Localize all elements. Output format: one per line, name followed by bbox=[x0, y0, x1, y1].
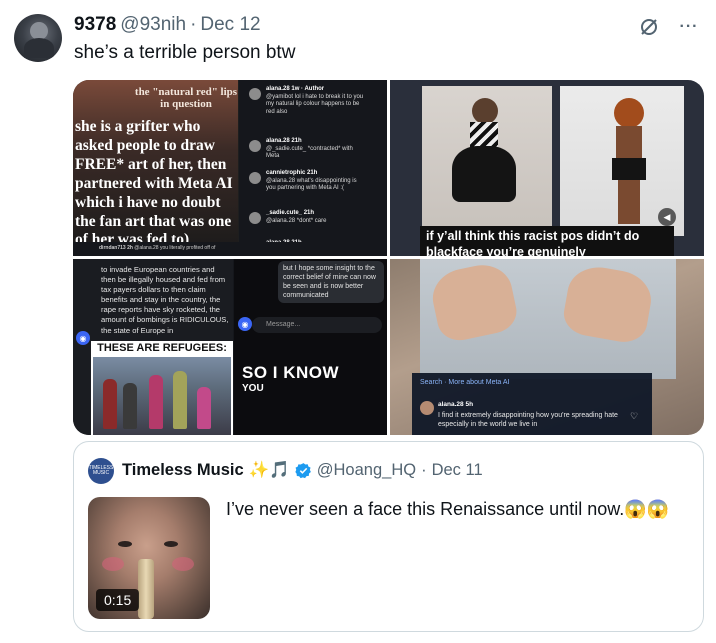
comment-text: @alana.28 what's disappointing is you pa… bbox=[266, 177, 357, 192]
camera-icon: ◉ bbox=[238, 317, 252, 331]
comment-text: @_sadie.cute_ *contracted* with Meta bbox=[266, 145, 353, 160]
comment-item: _sadie.cute_ 21h @alana.28 *dont* care bbox=[249, 210, 366, 225]
separator-dot: · bbox=[190, 14, 197, 35]
face-blush bbox=[102, 557, 124, 571]
person-legs bbox=[618, 180, 640, 224]
author-avatar[interactable] bbox=[14, 14, 62, 62]
search-meta-ai: Search · More about Meta AI bbox=[420, 379, 510, 386]
bottom-comment-user: dirndan713 2h bbox=[99, 245, 133, 251]
person-torso bbox=[616, 126, 642, 160]
person-head bbox=[472, 98, 498, 124]
person-head bbox=[614, 98, 644, 128]
video-overlay-text: SO I KNOW bbox=[242, 363, 340, 382]
person-dress bbox=[452, 146, 516, 202]
tweet-actions: ··· bbox=[636, 14, 702, 40]
person-figure bbox=[173, 371, 187, 429]
heart-icon: ♡ bbox=[630, 411, 639, 421]
message-input: Message... bbox=[252, 317, 382, 333]
person-figure bbox=[123, 383, 137, 429]
meme-text: she is a grifter who asked people to dra… bbox=[75, 118, 233, 249]
commenter-avatar bbox=[420, 401, 434, 415]
quoted-tweet-text: I’ve never seen a face this Renaissance … bbox=[226, 499, 670, 519]
author-handle[interactable]: @93nih bbox=[120, 14, 186, 36]
sound-icon[interactable]: ◀ bbox=[658, 208, 676, 226]
tweet-text: she’s a terrible person btw bbox=[74, 42, 296, 63]
video-overlay-subtext: YOU bbox=[242, 383, 264, 394]
comment-item: alana.28 1w · Author @yamibot lol i hate … bbox=[249, 86, 366, 116]
commenter-avatar bbox=[249, 140, 261, 152]
grok-icon[interactable] bbox=[636, 14, 662, 40]
screenshot-right: but I hope some insight to the correct b… bbox=[234, 259, 387, 435]
media-image-2[interactable]: ◀ if y’all think this racist pos didn’t … bbox=[390, 80, 704, 256]
commenter-avatar bbox=[249, 88, 261, 100]
comment-thread: alana.28 1w · Author @yamibot lol i hate … bbox=[239, 80, 387, 256]
author-name[interactable]: 9378 bbox=[74, 14, 116, 36]
tweet-header: 9378 @93nih · Dec 12 bbox=[74, 14, 261, 36]
comment-item: alana.28 21h @_sadie.cute_ *contracted* w… bbox=[249, 138, 366, 161]
comment-user: alana.28 21h bbox=[266, 138, 302, 144]
commenter-avatar bbox=[249, 172, 261, 184]
video-duration: 0:15 bbox=[96, 589, 140, 611]
comment-item: cannietrophic 21h @alana.28 what's disapp… bbox=[249, 170, 366, 193]
meme-caption: the "natural red" lips in question bbox=[134, 86, 238, 111]
person-shorts bbox=[612, 158, 646, 180]
comment-user: alana.28 1w · Author bbox=[266, 86, 325, 92]
comment-user: _sadie.cute_ 21h bbox=[266, 210, 315, 216]
bottom-comment-text: @alana.28 you literally profited off of bbox=[134, 245, 216, 251]
face-eye bbox=[118, 541, 132, 547]
separator-dot: · bbox=[421, 461, 427, 479]
quoted-tweet[interactable]: TIMELESS MUSIC Timeless Music ✨🎵 @Hoang_… bbox=[73, 441, 704, 632]
quoted-author-handle[interactable]: @Hoang_HQ bbox=[317, 461, 416, 480]
bottom-comment: dirndan713 2h @alana.28 you literally pr… bbox=[73, 242, 387, 256]
comment-text: I find it extremely disappointing how yo… bbox=[438, 412, 618, 429]
quoted-tweet-date[interactable]: Dec 11 bbox=[432, 461, 483, 480]
refugee-title: THESE ARE REFUGEES: bbox=[97, 342, 227, 354]
video-subtitle: if y’all think this racist pos didn’t do… bbox=[420, 226, 674, 256]
crowd-image bbox=[93, 357, 231, 435]
commenter-avatar bbox=[249, 212, 261, 224]
person-figure bbox=[197, 387, 211, 429]
quoted-author-avatar[interactable]: TIMELESS MUSIC bbox=[88, 458, 114, 484]
quoted-author-name[interactable]: Timeless Music bbox=[122, 461, 244, 480]
comment-user: alana.28 5h bbox=[438, 401, 474, 408]
comment-text: @yamibot lol i hate to break it to you m… bbox=[266, 93, 364, 115]
media-image-3[interactable]: to invade European countries and then be… bbox=[73, 259, 387, 435]
quoted-video-thumbnail[interactable]: 0:15 bbox=[88, 497, 210, 619]
author-emojis: ✨🎵 bbox=[248, 461, 290, 479]
verified-badge-icon bbox=[295, 462, 312, 479]
article-text: to invade European countries and then be… bbox=[101, 265, 229, 335]
tweet-date[interactable]: Dec 12 bbox=[200, 14, 260, 36]
media-image-4[interactable]: Search · More about Meta AI alana.28 5h … bbox=[390, 259, 704, 435]
person-figure bbox=[149, 375, 163, 429]
comment-user: cannietrophic 21h bbox=[266, 170, 318, 176]
media-grid: the "natural red" lips in question she i… bbox=[73, 80, 704, 435]
media-image-1[interactable]: the "natural red" lips in question she i… bbox=[73, 80, 387, 256]
more-options-icon[interactable]: ··· bbox=[676, 14, 702, 40]
quoted-tweet-header: Timeless Music ✨🎵 @Hoang_HQ · Dec 11 bbox=[122, 461, 483, 480]
face-eye bbox=[164, 541, 178, 547]
message-bubble: but I hope some insight to the correct b… bbox=[278, 261, 384, 304]
comment-text: @alana.28 *dont* care bbox=[266, 217, 327, 224]
camera-icon: ◉ bbox=[76, 331, 90, 345]
microphone bbox=[138, 559, 154, 619]
face-blush bbox=[172, 557, 194, 571]
person-figure bbox=[103, 379, 117, 429]
